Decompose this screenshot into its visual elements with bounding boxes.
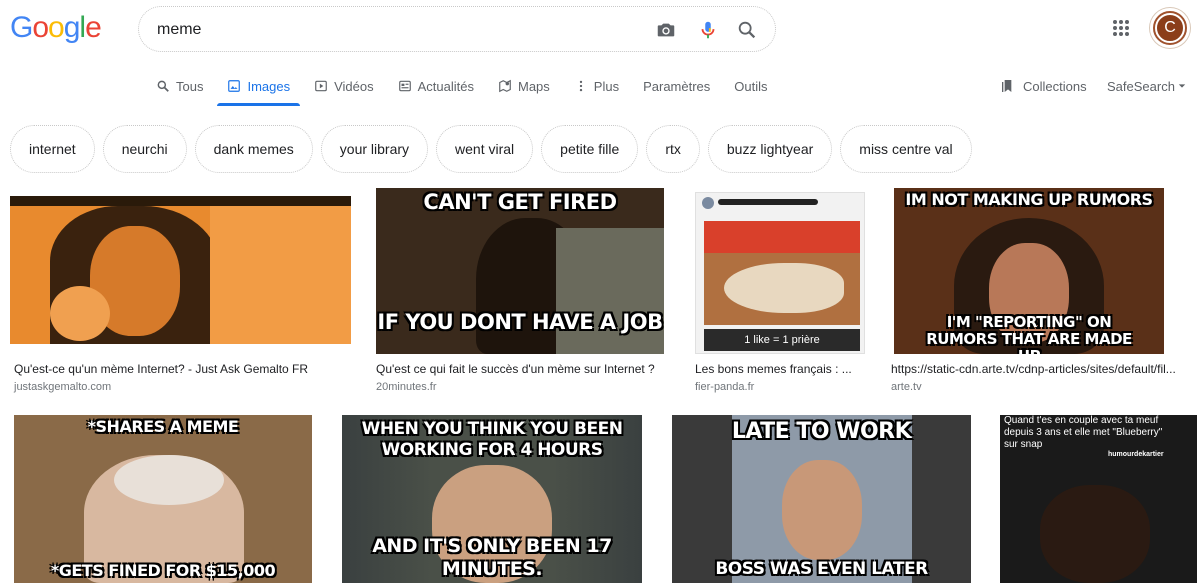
meme-bottom-text: *GETS FINED FOR $15,000 xyxy=(50,561,276,580)
logo-letter: o xyxy=(48,11,65,44)
avatar-letter: C xyxy=(1155,13,1185,43)
google-images-page: Google C Tous xyxy=(0,0,1197,583)
search-input[interactable] xyxy=(157,17,627,43)
result-source[interactable]: fier-panda.fr xyxy=(695,381,754,393)
grandma-hair xyxy=(114,455,224,505)
logo-letter: e xyxy=(85,11,102,44)
tab-maps[interactable]: Maps xyxy=(498,72,550,100)
background-area xyxy=(210,206,351,344)
avatar[interactable]: C xyxy=(1150,8,1190,48)
tab-label: Actualités xyxy=(417,78,474,94)
search-icon[interactable] xyxy=(736,19,758,41)
meme-top-text: Quand t'es en couple avec ta meuf depuis… xyxy=(1004,415,1163,450)
chip[interactable]: went viral xyxy=(436,125,534,173)
tab-label: Vidéos xyxy=(334,78,374,94)
search-box xyxy=(138,6,776,52)
meme-bottom-text: BOSS WAS EVEN LATER xyxy=(715,559,928,579)
result-title[interactable]: https://static-cdn.arte.tv/cdnp-articles… xyxy=(891,362,1191,376)
meme-bottom-text: AND IT'S ONLY BEEN 17 MINUTES. xyxy=(372,535,612,580)
news-icon xyxy=(398,80,411,92)
result-image[interactable]: IM NOT MAKING UP RUMORS I'M "REPORTING" … xyxy=(894,188,1164,354)
meme-top-text: CAN'T GET FIRED xyxy=(423,190,617,214)
image-icon xyxy=(228,80,241,92)
result-image[interactable]: *SHARES A MEME *GETS FINED FOR $15,000 xyxy=(14,415,312,583)
more-vert-icon xyxy=(579,80,582,92)
result-source[interactable]: 20minutes.fr xyxy=(376,381,437,393)
dog-shape xyxy=(724,263,844,313)
result-image[interactable] xyxy=(10,196,351,344)
chip[interactable]: your library xyxy=(320,125,429,173)
tab-label: Plus xyxy=(593,78,620,94)
collections-link[interactable]: Collections xyxy=(1000,72,1087,100)
watermark-text: humourdekartier xyxy=(1108,451,1164,458)
mic-icon[interactable] xyxy=(697,19,719,41)
chip[interactable]: neurchi xyxy=(102,125,187,173)
chip[interactable]: petite fille xyxy=(541,125,639,173)
result-image[interactable]: Quand t'es en couple avec ta meuf depuis… xyxy=(1000,415,1197,583)
google-logo[interactable]: Google xyxy=(10,11,102,45)
tab-videos[interactable]: Vidéos xyxy=(314,72,374,100)
meme-top-text: *SHARES A MEME xyxy=(87,417,239,436)
apps-grid-icon[interactable] xyxy=(1112,19,1130,37)
result-image[interactable]: LATE TO WORK BOSS WAS EVEN LATER xyxy=(672,415,971,583)
result-source[interactable]: justaskgemalto.com xyxy=(14,381,111,393)
search-tabs: Tous Images Vidéos Actualités Maps Plus … xyxy=(156,72,792,106)
tab-label: Paramètres xyxy=(643,78,711,94)
result-source[interactable]: arte.tv xyxy=(891,381,922,393)
chip[interactable]: miss centre val xyxy=(840,125,972,173)
bookmark-icon xyxy=(1002,80,1012,92)
post-avatar xyxy=(702,197,714,209)
person-face xyxy=(1040,485,1150,583)
result-image[interactable]: CAN'T GET FIRED IF YOU DONT HAVE A JOB xyxy=(376,188,664,354)
post-footer: 1 like = 1 prière xyxy=(704,329,860,351)
meme-bottom-text: I'M "REPORTING" ON RUMORS THAT ARE MADE … xyxy=(926,313,1132,355)
tab-label: Outils xyxy=(734,78,768,94)
collections-label: Collections xyxy=(1023,78,1087,94)
tab-tous[interactable]: Tous xyxy=(156,72,203,100)
dog-photo xyxy=(704,253,860,325)
map-icon xyxy=(499,79,511,93)
chip[interactable]: dank memes xyxy=(194,125,313,173)
result-title[interactable]: Les bons memes français : ... xyxy=(695,362,867,376)
redacted-name xyxy=(718,199,818,205)
tab-parametres[interactable]: Paramètres xyxy=(643,72,710,100)
tab-actualites[interactable]: Actualités xyxy=(398,72,474,100)
related-search-chips: internet neurchi dank memes your library… xyxy=(10,125,980,173)
video-icon xyxy=(315,80,327,92)
tab-label: Tous xyxy=(176,78,204,94)
result-image[interactable]: WHEN YOU THINK YOU BEEN WORKING FOR 4 HO… xyxy=(342,415,642,583)
tab-images[interactable]: Images xyxy=(217,72,300,106)
logo-letter: g xyxy=(63,11,81,44)
tab-plus[interactable]: Plus xyxy=(574,72,619,100)
safesearch-label: SafeSearch xyxy=(1107,78,1175,94)
chip[interactable]: rtx xyxy=(646,125,700,173)
result-title[interactable]: Qu'est ce qui fait le succès d'un mème s… xyxy=(376,362,666,376)
search-icon xyxy=(157,80,169,92)
camera-icon[interactable] xyxy=(655,19,677,41)
logo-letter: G xyxy=(10,11,33,44)
safesearch-menu[interactable]: SafeSearch xyxy=(1107,72,1186,100)
tab-label: Maps xyxy=(518,78,550,94)
chevron-down-icon xyxy=(1178,84,1186,88)
result-title[interactable]: Qu'est-ce qu'un mème Internet? - Just As… xyxy=(14,362,344,376)
meme-top-text: IM NOT MAKING UP RUMORS xyxy=(905,190,1153,209)
meme-caption-strip xyxy=(10,196,351,206)
logo-letter: o xyxy=(32,11,49,44)
background-area xyxy=(556,228,664,354)
tab-outils[interactable]: Outils xyxy=(734,72,767,100)
post-header xyxy=(704,221,860,253)
meme-top-text: LATE TO WORK xyxy=(731,419,912,444)
result-image[interactable]: 1 like = 1 prière xyxy=(695,192,865,354)
hand xyxy=(50,286,110,341)
baby-face xyxy=(782,460,862,560)
chip[interactable]: buzz lightyear xyxy=(707,125,833,173)
chip[interactable]: internet xyxy=(10,125,95,173)
meme-top-text: WHEN YOU THINK YOU BEEN WORKING FOR 4 HO… xyxy=(361,419,623,460)
meme-bottom-text: IF YOU DONT HAVE A JOB xyxy=(377,310,663,334)
tab-label: Images xyxy=(247,78,291,94)
